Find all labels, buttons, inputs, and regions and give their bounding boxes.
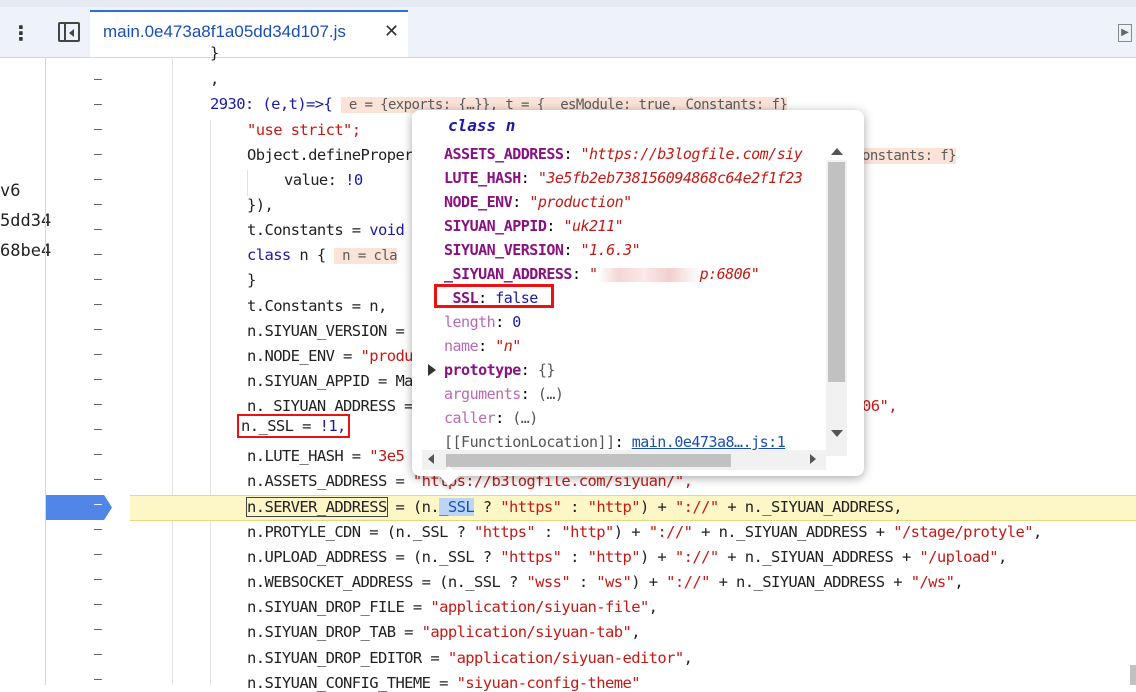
gutter-mark[interactable]: – (94, 622, 102, 637)
tab-main-js[interactable]: main.0e473a8f1a05dd34d107.js ✕ (90, 10, 408, 57)
gutter-mark[interactable]: – (94, 397, 102, 412)
gutter-mark[interactable]: – (94, 172, 102, 187)
gutter-mark[interactable]: – (94, 572, 102, 587)
code-line: n.SIYUAN_DROP_EDITOR = "application/siyu… (247, 649, 693, 667)
code-line: Object.definePropert (247, 146, 422, 164)
close-icon[interactable]: ✕ (384, 21, 399, 42)
property-row[interactable]: SIYUAN_VERSION: "1.6.3" (444, 241, 641, 259)
code-line-tail: 06", (862, 397, 898, 415)
code-line: n.LUTE_HASH = "3e5 (247, 447, 405, 465)
gutter-mark[interactable]: – (94, 422, 102, 437)
devtools-tab-bar: ⋮ main.0e473a8f1a05dd34d107.js ✕ ▶ (0, 0, 1136, 58)
code-line: t.Constants = void (247, 221, 405, 239)
popover-title: class n (448, 116, 516, 135)
property-row[interactable]: [[FunctionLocation]]: main.0e473a8….js:1 (444, 433, 786, 451)
code-line: n.SIYUAN_APPID = Ma (247, 372, 414, 390)
gutter-mark[interactable]: – (94, 197, 102, 212)
navigator-fragment: 5dd34 (0, 211, 52, 231)
gutter-divider (45, 57, 46, 685)
ssl-annotation-box (434, 284, 554, 308)
code-line: n.SIYUAN_DROP_TAB = "application/siyuan-… (247, 623, 641, 641)
property-row[interactable]: arguments: (…) (444, 385, 564, 403)
code-line: class n { n = cla (247, 246, 398, 264)
property-row[interactable]: ASSETS_ADDRESS: "https://b3logfile.com/s… (444, 145, 803, 163)
property-row[interactable]: _SIYUAN_ADDRESS: " p:6806" (444, 265, 760, 283)
code-line: n.PROTYLE_CDN = (n._SSL ? "https" : "htt… (247, 523, 1042, 541)
more-options-icon[interactable]: ⋮ (11, 20, 31, 46)
code-line: } (247, 271, 256, 289)
gutter-mark[interactable]: – (94, 497, 102, 512)
object-preview-popover[interactable]: class n ASSETS_ADDRESS: "https://b3logfi… (412, 110, 864, 486)
property-row[interactable]: NODE_ENV: "production" (444, 193, 632, 211)
scroll-up-icon[interactable] (831, 148, 843, 155)
code-line: t.Constants = n, (247, 297, 387, 315)
property-row[interactable]: caller: (…) (444, 409, 538, 427)
scroll-right-icon[interactable] (810, 454, 816, 464)
indent-guide (172, 57, 173, 685)
expand-arrow-icon[interactable] (428, 364, 436, 376)
inline-value: onstants: f} (862, 148, 957, 164)
navigator-fragment: v6 (0, 181, 21, 201)
code-line: n.WEBSOCKET_ADDRESS = (n._SSL ? "wss" : … (247, 573, 964, 591)
toggle-navigator-icon[interactable] (58, 22, 80, 42)
code-line: "use strict"; (247, 121, 361, 139)
property-row[interactable]: name: "n" (444, 337, 521, 355)
horizontal-scroll-thumb[interactable] (446, 454, 731, 467)
code-line: n.SIYUAN_VERSION = (247, 322, 405, 340)
indent-guide (210, 120, 211, 685)
property-row[interactable]: LUTE_HASH: "3e5fb2eb738156094868c64e2f1f… (444, 169, 803, 187)
scroll-down-icon[interactable] (831, 430, 843, 437)
gutter-mark[interactable]: – (94, 347, 102, 362)
code-line: n.SIYUAN_DROP_FILE = "application/siyuan… (247, 598, 658, 616)
gutter-mark[interactable]: – (94, 647, 102, 662)
gutter-mark[interactable]: – (94, 597, 102, 612)
tab-label: main.0e473a8f1a05dd34d107.js (103, 22, 346, 41)
scroll-left-icon[interactable] (428, 454, 434, 464)
gutter-mark[interactable]: – (94, 72, 102, 87)
hovered-expression[interactable]: n.SERVER_ADDRESS (246, 497, 388, 517)
gutter-mark[interactable]: – (94, 97, 102, 112)
code-line: } (210, 44, 219, 62)
gutter-mark[interactable]: – (94, 522, 102, 537)
vertical-scroll-thumb[interactable] (828, 162, 845, 382)
module-id: 2930: (e,t)=>{ (210, 95, 333, 113)
ssl-annotation-box: n._SSL = !1, (237, 414, 350, 438)
code-line: }), (247, 196, 274, 214)
property-row[interactable]: length: 0 (444, 313, 521, 331)
property-row-expandable[interactable]: prototype: {} (444, 361, 555, 379)
window-top-strip (0, 0, 1136, 7)
property-row[interactable]: SIYUAN_APPID: "uk211" (444, 217, 624, 235)
page-scrollbar-thumb[interactable] (1130, 665, 1136, 685)
gutter-mark[interactable]: – (94, 372, 102, 387)
inline-value: n = cla (334, 248, 398, 264)
gutter-mark[interactable]: – (94, 322, 102, 337)
selected-token[interactable]: _SSL (439, 498, 475, 516)
indent-guide (247, 170, 248, 196)
function-location-link[interactable]: main.0e473a8… (632, 433, 743, 451)
toggle-debugger-icon[interactable]: ▶ (1118, 24, 1132, 42)
navigator-fragment: 68be4 (0, 241, 52, 261)
gutter-mark[interactable]: – (94, 222, 102, 237)
gutter-mark[interactable]: – (94, 547, 102, 562)
gutter-mark[interactable]: – (94, 147, 102, 162)
code-line: n.SIYUAN_CONFIG_THEME = "siyuan-config-t… (247, 674, 641, 692)
gutter-mark[interactable]: – (94, 272, 102, 287)
gutter-mark[interactable]: – (94, 297, 102, 312)
code-line-paused: n.SERVER_ADDRESS = (n._SSL ? "https" : "… (246, 497, 903, 517)
code-line: n.UPLOAD_ADDRESS = (n._SSL ? "https" : "… (247, 548, 1007, 566)
code-line: n.NODE_ENV = "produ (247, 347, 414, 365)
code-line: , (210, 70, 219, 88)
redacted-region (597, 267, 700, 282)
breakpoint-marker[interactable] (46, 495, 112, 520)
gutter-mark[interactable]: – (94, 247, 102, 262)
gutter-mark[interactable]: – (94, 447, 102, 462)
gutter-mark[interactable]: – (94, 122, 102, 137)
code-line: n._SIYUAN_ADDRESS = (247, 397, 414, 415)
code-line: value: !0 (284, 171, 363, 189)
gutter-mark[interactable]: – (94, 472, 102, 487)
